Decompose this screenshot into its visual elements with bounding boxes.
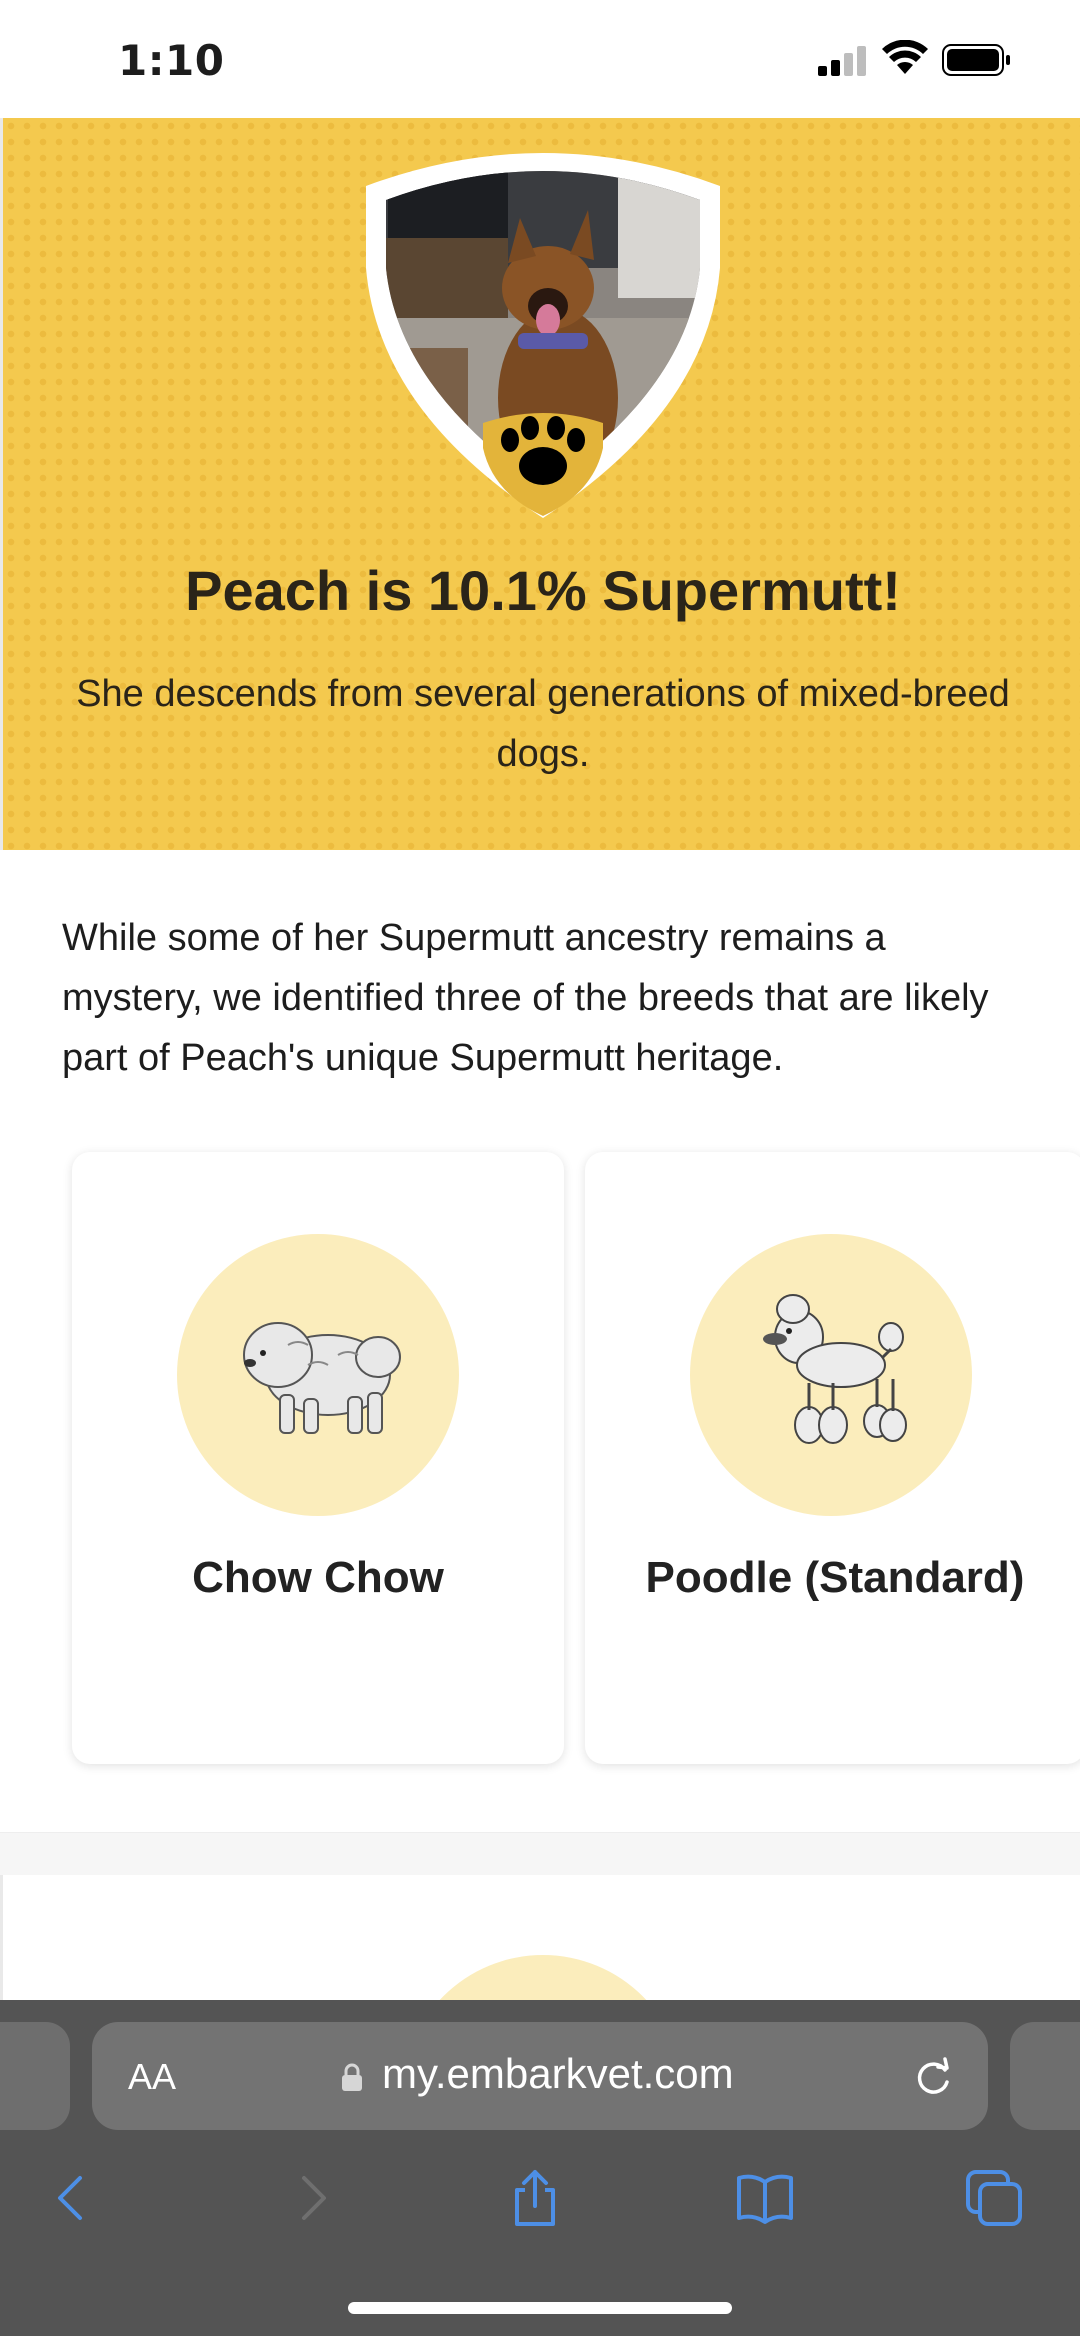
battery-icon [942, 44, 1010, 76]
breed-card-poodle-standard[interactable]: Poodle (Standard) [585, 1152, 1080, 1764]
address-bar[interactable]: AA my.embarkvet.com [92, 2022, 988, 2130]
breed-image-circle [177, 1234, 459, 1516]
bookmarks-icon[interactable] [735, 2168, 795, 2228]
previous-tab-preview[interactable] [0, 2022, 70, 2130]
tabs-icon[interactable] [964, 2168, 1024, 2228]
status-time: 1:10 [118, 36, 225, 85]
breed-name: Poodle (Standard) [645, 1553, 1025, 1602]
breed-name: Chow Chow [192, 1553, 444, 1602]
forward-icon[interactable] [280, 2168, 340, 2228]
poodle-illustration [763, 1294, 907, 1444]
back-icon[interactable] [44, 2168, 104, 2228]
wifi-icon [882, 40, 928, 74]
ancestry-intro-text: While some of her Supermutt ancestry rem… [62, 917, 989, 1079]
breed-image-circle [402, 1955, 684, 2005]
breed-image-circle [690, 1234, 972, 1516]
next-breed-section [0, 1875, 1080, 2005]
signal-icon [818, 46, 866, 76]
lock-icon [342, 2063, 362, 2091]
home-indicator[interactable] [348, 2302, 732, 2314]
breed-card-chow-chow[interactable]: Chow Chow [72, 1152, 564, 1764]
share-icon[interactable] [505, 2168, 565, 2228]
browser-toolbar: AA my.embarkvet.com [0, 2000, 1080, 2336]
section-divider [0, 1832, 1080, 1876]
dog-photo-shield [366, 153, 720, 518]
url-text[interactable]: my.embarkvet.com [382, 2050, 734, 2098]
hero-banner: Peach is 10.1% Supermutt! She descends f… [0, 118, 1080, 850]
hero-title: Peach is 10.1% Supermutt! [185, 559, 901, 622]
reload-icon[interactable] [912, 2054, 956, 2098]
hero-subtitle: She descends from several generations of… [76, 673, 1010, 775]
chow-chow-illustration [243, 1322, 401, 1434]
text-size-button[interactable]: AA [128, 2056, 176, 2098]
next-tab-preview[interactable] [1010, 2022, 1080, 2130]
status-bar: 1:10 [0, 0, 1080, 118]
